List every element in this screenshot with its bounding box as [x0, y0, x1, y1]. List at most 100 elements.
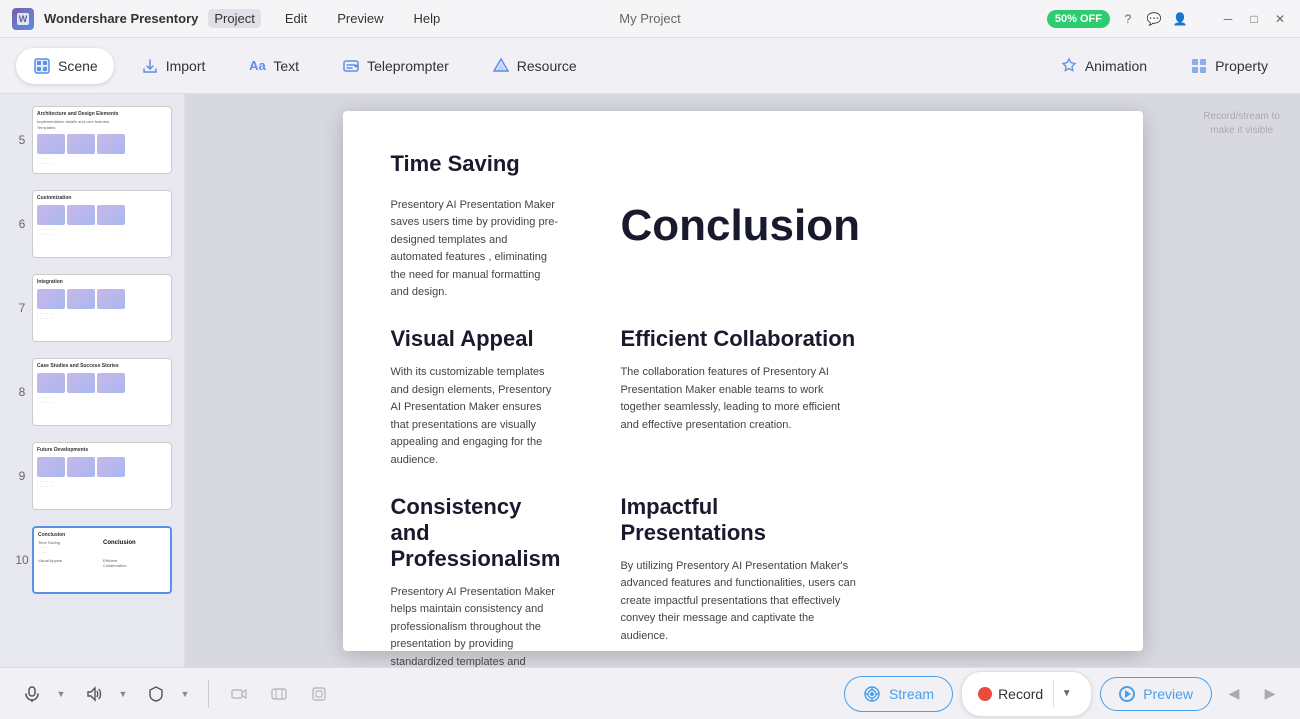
slide-canvas[interactable]: Time Saving Presentory AI Presentation M… [343, 111, 1143, 651]
section-consistency-body: Presentory AI Presentation Maker helps m… [391, 584, 561, 667]
section-impactful-body: By utilizing Presentory AI Presentation … [620, 558, 860, 646]
teleprompter-icon [341, 56, 361, 76]
blur-dropdown[interactable]: ▼ [176, 678, 194, 710]
help-icon[interactable]: ? [1120, 11, 1136, 27]
video-button-1[interactable] [223, 678, 255, 710]
blur-button[interactable] [140, 678, 172, 710]
video-button-3[interactable] [303, 678, 335, 710]
toolbar-scene-label: Scene [58, 58, 98, 74]
blur-group: ▼ [140, 678, 194, 710]
project-title: My Project [619, 11, 680, 26]
slide-num-5: 5 [12, 133, 32, 147]
slide-thumb-8[interactable]: 8 Case Studies and Success Stories · · ·… [8, 354, 176, 430]
toolbar-text-label: Text [273, 58, 299, 74]
video-button-2[interactable] [263, 678, 295, 710]
main-layout: 5 Architecture and Design Elements Imple… [0, 94, 1300, 667]
speaker-chevron-icon: ▼ [119, 689, 128, 699]
slide-thumb-5[interactable]: 5 Architecture and Design Elements Imple… [8, 102, 176, 178]
section-consistency-title: Consistency and Professionalism [391, 494, 561, 572]
menu-edit[interactable]: Edit [279, 9, 313, 28]
close-button[interactable]: ✕ [1272, 11, 1288, 27]
bottom-separator-1 [208, 680, 209, 708]
preview-label: Preview [1143, 686, 1193, 702]
slide-preview-10: Conclusion Time Saving· · · ·· · · · Con… [32, 526, 172, 594]
section-impactful-title: Impactful Presentations [620, 494, 860, 546]
slide-preview-6: Customization · · · · · · ·· · · · · · · [32, 190, 172, 258]
watermark: Record/stream to make it visible [1203, 110, 1280, 138]
slide-thumb-7[interactable]: 7 Integration · · · · · · ·· · · · · · · [8, 270, 176, 346]
minimize-button[interactable]: ─ [1220, 11, 1236, 27]
toolbar-property-button[interactable]: Property [1173, 48, 1284, 84]
toolbar-teleprompter-label: Teleprompter [367, 58, 449, 74]
toolbar-property-label: Property [1215, 58, 1268, 74]
sale-badge[interactable]: 50% OFF [1047, 10, 1110, 28]
toolbar-text-button[interactable]: Aa Text [231, 48, 315, 84]
preview-play-icon [1119, 686, 1135, 702]
toolbar-scene-button[interactable]: Scene [16, 48, 114, 84]
record-label: Record [998, 686, 1043, 702]
section-visual-appeal-body: With its customizable templates and desi… [391, 364, 561, 470]
scene-icon [32, 56, 52, 76]
menu-project[interactable]: Project [208, 9, 260, 28]
section-visual-appeal-title: Visual Appeal [391, 326, 561, 352]
toolbar-teleprompter-button[interactable]: Teleprompter [325, 48, 465, 84]
svg-text:W: W [19, 14, 28, 24]
app-name: Wondershare Presentory [44, 11, 198, 26]
section-consistency: Consistency and Professionalism Presento… [391, 494, 561, 667]
toolbar-import-label: Import [166, 58, 206, 74]
slide-preview-9: Future Developments · · · · · · ·· · · ·… [32, 442, 172, 510]
slide-num-10: 10 [12, 553, 32, 567]
toolbar-resource-label: Resource [517, 58, 577, 74]
preview-button[interactable]: Preview [1100, 677, 1212, 711]
slide-thumb-6[interactable]: 6 Customization · · · · · · ·· · · · · ·… [8, 186, 176, 262]
mic-dropdown[interactable]: ▼ [52, 678, 70, 710]
blur-chevron-icon: ▼ [181, 689, 190, 699]
speaker-group: ▼ [78, 678, 132, 710]
record-dropdown-arrow[interactable]: ▼ [1053, 680, 1075, 708]
speaker-button[interactable] [78, 678, 110, 710]
menu-preview[interactable]: Preview [331, 9, 389, 28]
toolbar-animation-button[interactable]: Animation [1043, 48, 1163, 84]
user-icon[interactable]: 👤 [1172, 11, 1188, 27]
section-time-saving-title: Time Saving [391, 151, 561, 177]
mic-chevron-icon: ▼ [57, 689, 66, 699]
title-bar: W Wondershare Presentory Project Edit Pr… [0, 0, 1300, 38]
mic-group: ▼ [16, 678, 70, 710]
section-efficient-collab-body: The collaboration features of Presentory… [620, 364, 860, 434]
slide-thumb-9[interactable]: 9 Future Developments · · · · · · ·· · ·… [8, 438, 176, 514]
watermark-line1: Record/stream to [1203, 111, 1280, 122]
toolbar-import-button[interactable]: Import [124, 48, 222, 84]
section-efficient-collab-title: Efficient Collaboration [620, 326, 860, 352]
section-conclusion-title: Conclusion [620, 201, 860, 251]
slide-preview-7: Integration · · · · · · ·· · · · · · · [32, 274, 172, 342]
prev-slide-button[interactable]: ◀ [1220, 680, 1248, 708]
title-bar-right: 50% OFF ? 💬 👤 ─ □ ✕ [1047, 10, 1288, 28]
section-time-saving-body: Presentory AI Presentation Maker saves u… [391, 197, 561, 303]
stream-button[interactable]: Stream [844, 676, 953, 712]
record-dot-icon [978, 687, 992, 701]
slide-num-7: 7 [12, 301, 32, 315]
property-icon [1189, 56, 1209, 76]
section-efficient-collab: Efficient Collaboration The collaboratio… [620, 326, 860, 470]
menu-bar: Project Edit Preview Help [208, 9, 446, 28]
mic-button[interactable] [16, 678, 48, 710]
toolbar-resource-button[interactable]: Resource [475, 48, 593, 84]
slide-thumb-10[interactable]: 10 Conclusion Time Saving· · · ·· · · · … [8, 522, 176, 598]
maximize-button[interactable]: □ [1246, 11, 1262, 27]
speaker-dropdown[interactable]: ▼ [114, 678, 132, 710]
record-button[interactable]: Record ▼ [961, 671, 1092, 717]
slide-preview-5: Architecture and Design Elements Impleme… [32, 106, 172, 174]
menu-help[interactable]: Help [408, 9, 447, 28]
canvas-area: Record/stream to make it visible Time Sa… [185, 94, 1300, 667]
next-slide-button[interactable]: ▶ [1256, 680, 1284, 708]
text-icon: Aa [247, 56, 267, 76]
section-conclusion: Conclusion [620, 151, 860, 303]
title-bar-left: W Wondershare Presentory Project Edit Pr… [12, 8, 446, 30]
section-time-saving: Time Saving Presentory AI Presentation M… [391, 151, 561, 303]
slide-num-9: 9 [12, 469, 32, 483]
bottom-bar: ▼ ▼ ▼ [0, 667, 1300, 719]
app-logo: W [12, 8, 34, 30]
chat-icon[interactable]: 💬 [1146, 11, 1162, 27]
section-visual-appeal: Visual Appeal With its customizable temp… [391, 326, 561, 470]
section-impactful: Impactful Presentations By utilizing Pre… [620, 494, 860, 667]
